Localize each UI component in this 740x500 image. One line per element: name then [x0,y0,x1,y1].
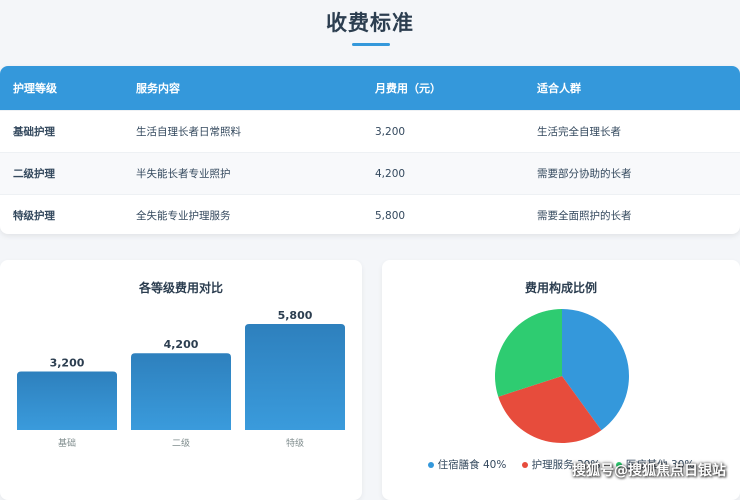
row-fee: 3,200 [375,125,406,138]
row-service: 生活自理长者日常照料 [136,126,241,138]
row-level: 基础护理 [13,126,55,138]
row-fee: 5,800 [375,209,406,222]
bar-category-label: 基础 [58,437,76,449]
table-row: 基础护理 生活自理长者日常照料 3,200 生活完全自理长者 [0,110,740,152]
row-service: 半失能长者专业照护 [136,168,231,180]
page-title: 收费标准 [326,11,414,35]
legend-dot [521,462,528,468]
row-service: 全失能专业护理服务 [136,210,231,222]
title-underline [352,43,390,46]
row-fee: 4,200 [375,167,406,180]
bar-value-label: 4,200 [164,338,199,351]
bar-value-label: 5,800 [278,309,313,322]
bar [131,353,231,430]
row-audience: 需要全面照护的长者 [537,210,632,222]
bar [245,324,345,430]
table-row: 二级护理 半失能长者专业照护 4,200 需要部分协助的长者 [0,152,740,194]
bar-category-label: 特级 [286,437,304,449]
legend-dot [427,462,434,468]
header-fee: 月费用（元） [375,82,441,95]
row-audience: 需要部分协助的长者 [537,168,632,180]
pie-chart [495,309,629,443]
row-audience: 生活完全自理长者 [537,126,621,138]
table-row: 特级护理 全失能专业护理服务 5,800 需要全面照护的长者 [0,194,740,234]
legend-label: 住宿膳食 40% [437,459,507,471]
row-level: 二级护理 [13,168,55,180]
bar-chart: 3,200 基础 4,200 二级 5,800 特级 [17,309,345,449]
header-audience: 适合人群 [537,82,581,95]
header-service: 服务内容 [136,82,180,95]
bar-value-label: 3,200 [50,357,85,370]
legend-item: 住宿膳食 40% [427,457,507,472]
bar [17,371,117,430]
bar-chart-card: 各等级费用对比 3,200 基础 4,200 二级 5,800 特级 [0,260,362,500]
bar-category-label: 二级 [172,437,190,449]
row-level: 特级护理 [13,210,55,222]
table-header: 护理等级 服务内容 月费用（元） 适合人群 [0,66,740,110]
header-level: 护理等级 [13,82,57,95]
watermark: 搜狐号@搜狐焦点日银站 [572,463,726,479]
fee-table: 护理等级 服务内容 月费用（元） 适合人群 基础护理 生活自理长者日常照料 3,… [0,66,740,234]
